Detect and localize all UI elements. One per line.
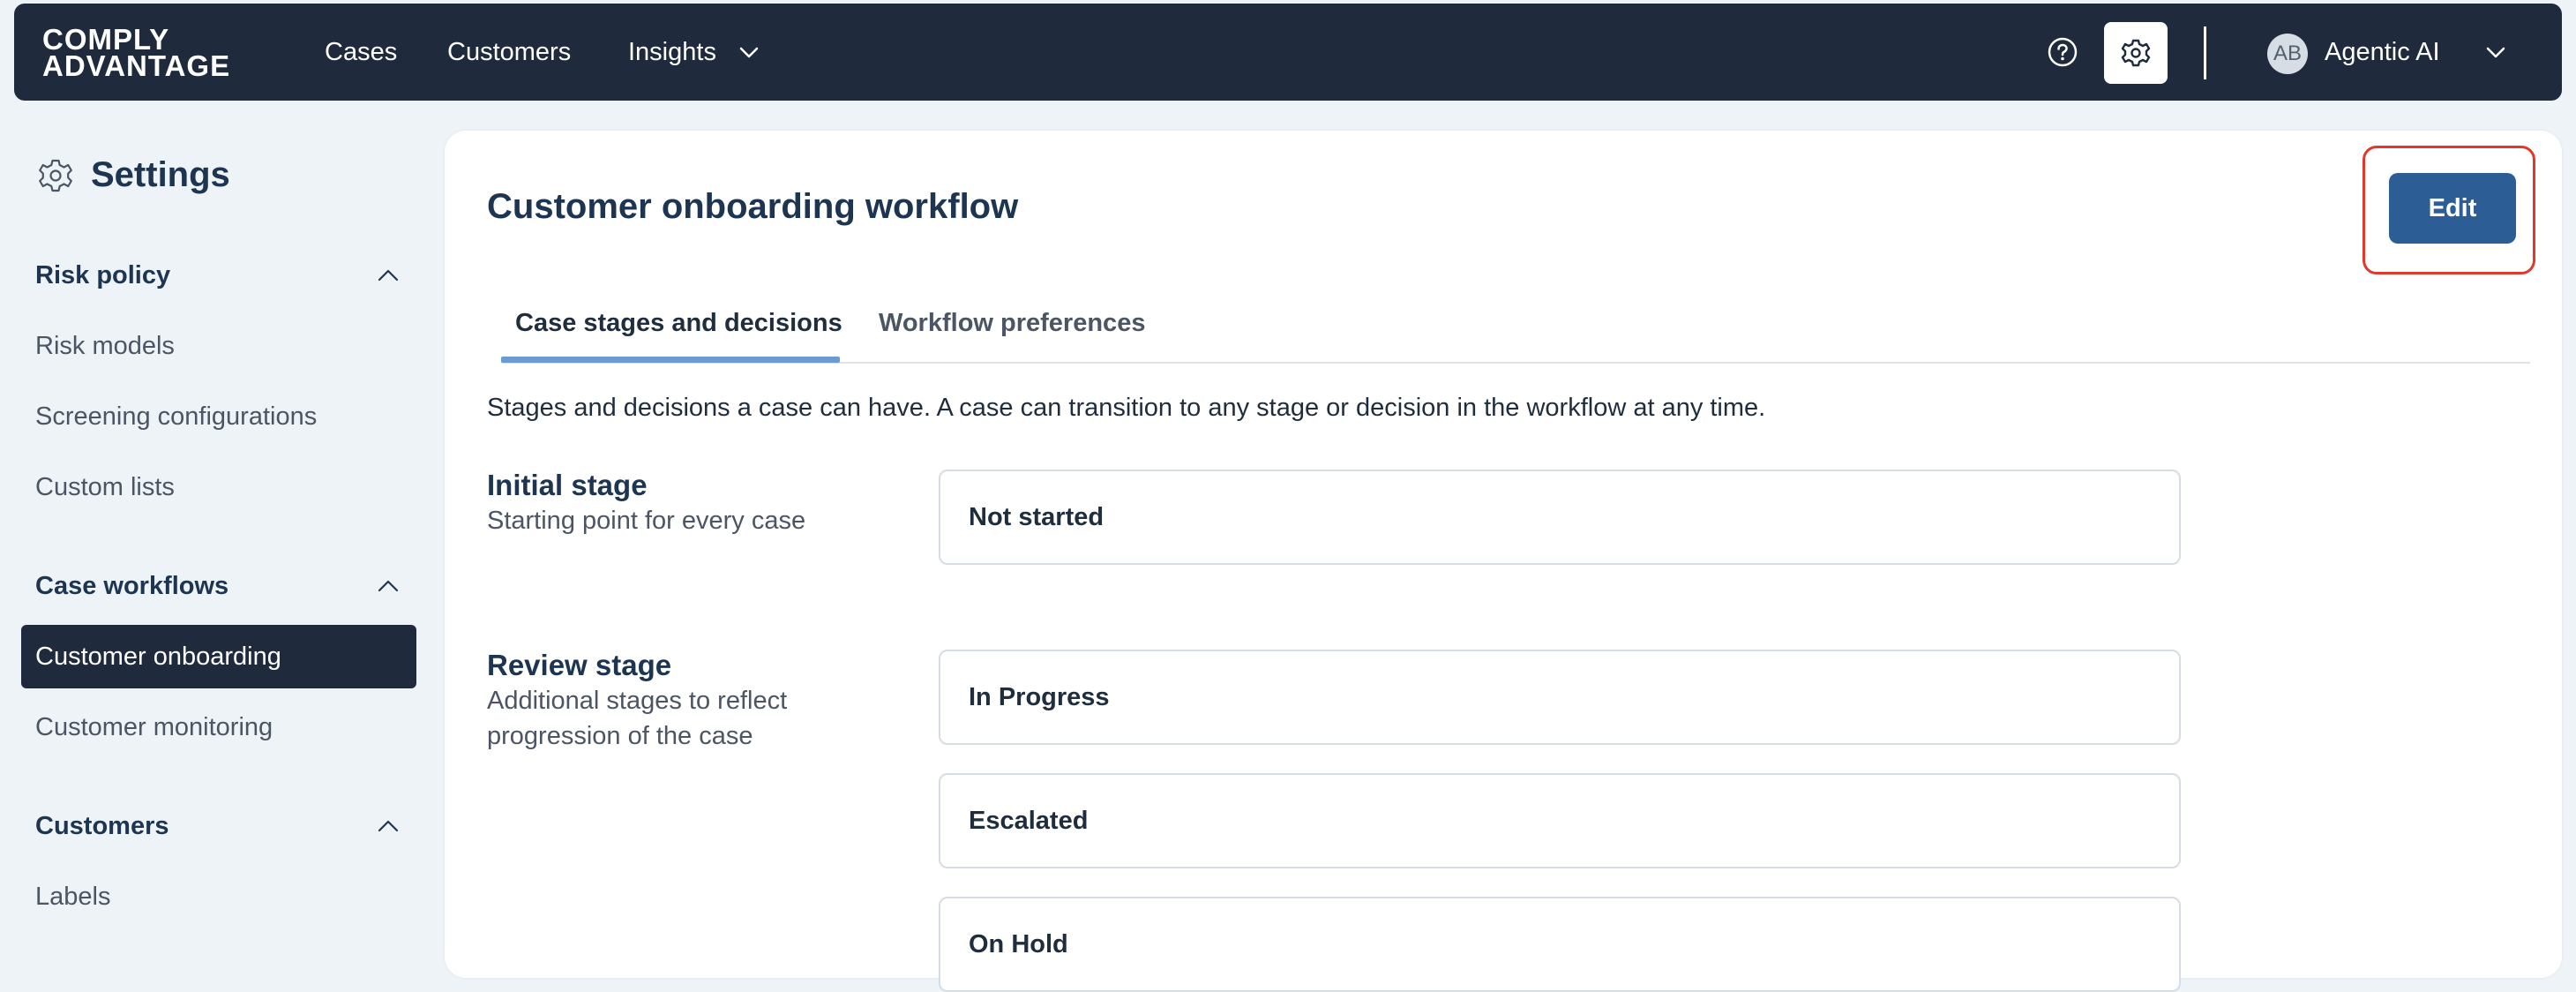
stage-field-on-hold: On Hold [939,897,2181,992]
chevron-down-icon[interactable] [734,37,764,67]
tab-workflow-preferences[interactable]: Workflow preferences [879,307,1145,339]
chevron-up-icon[interactable] [374,572,402,600]
sidebar-item-label: Customer onboarding [35,643,281,671]
sidebar-title: Settings [91,155,230,194]
chevron-down-icon[interactable] [2481,37,2511,67]
sidebar-item-risk-models[interactable]: Risk models [35,330,175,362]
main-panel: Customer onboarding workflow Edit Case s… [445,131,2562,992]
chevron-up-icon[interactable] [374,261,402,289]
initial-stage-label: Initial stage [487,469,648,501]
stage-field-not-started: Not started [939,470,2181,565]
sidebar-item-labels[interactable]: Labels [35,881,110,913]
chevron-up-icon[interactable] [374,812,402,840]
stage-value: Escalated [969,807,1089,835]
logo[interactable]: COMPLY ADVANTAGE [42,25,231,82]
sidebar-item-custom-lists[interactable]: Custom lists [35,471,175,503]
topbar-divider [2204,26,2206,79]
help-icon[interactable] [2043,33,2082,71]
gear-icon [2121,39,2151,67]
user-name[interactable]: Agentic AI [2325,37,2440,67]
settings-button[interactable] [2104,22,2168,84]
stage-value: In Progress [969,683,1110,711]
description-text: Stages and decisions a case can have. A … [487,394,1766,422]
stage-field-in-progress: In Progress [939,650,2181,745]
sidebar-section-case-workflows[interactable]: Case workflows [35,570,228,602]
nav-insights[interactable]: Insights [628,37,716,67]
sidebar-item-customer-onboarding[interactable]: Customer onboarding [21,625,416,688]
sidebar-section-risk-policy[interactable]: Risk policy [35,259,170,291]
active-tab-indicator [501,357,840,363]
review-stage-label: Review stage [487,649,672,681]
stage-value: On Hold [969,930,1068,958]
stage-field-escalated: Escalated [939,773,2181,868]
nav-cases[interactable]: Cases [325,37,397,67]
avatar[interactable]: AB [2267,34,2308,74]
nav-customers[interactable]: Customers [447,37,571,67]
top-nav-bar: COMPLY ADVANTAGE Cases Customers Insight… [14,4,2562,101]
sidebar-item-customer-monitoring[interactable]: Customer monitoring [35,711,273,743]
stage-value: Not started [969,503,1105,531]
initial-stage-description: Starting point for every case [487,507,806,535]
gear-icon [39,159,72,192]
sidebar-section-customers[interactable]: Customers [35,810,169,842]
tab-case-stages-and-decisions[interactable]: Case stages and decisions [515,307,842,339]
logo-line-2: ADVANTAGE [42,49,231,82]
review-stage-description: Additional stages to reflect progression… [487,687,788,750]
sidebar-item-screening-configurations[interactable]: Screening configurations [35,401,317,432]
page-title: Customer onboarding workflow [487,187,1019,226]
edit-button[interactable]: Edit [2389,173,2516,244]
